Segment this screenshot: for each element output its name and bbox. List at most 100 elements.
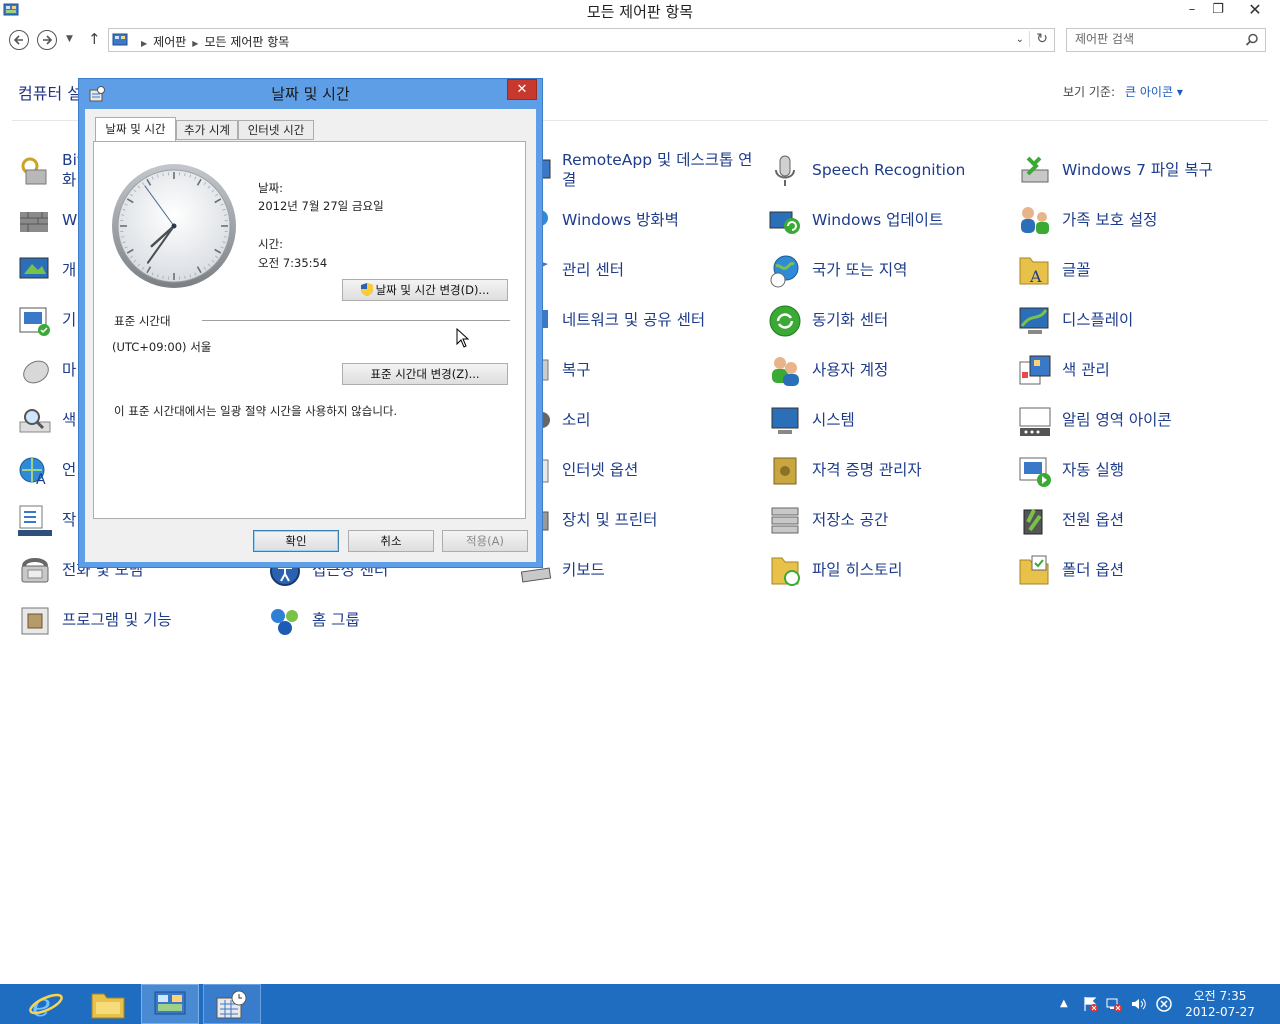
- cp-item-notification-area-icons[interactable]: 알림 영역 아이콘: [1018, 400, 1258, 440]
- search-input[interactable]: [1075, 32, 1235, 46]
- cp-item-power-options[interactable]: 전원 옵션: [1018, 500, 1258, 540]
- cp-item-windows-update[interactable]: Windows 업데이트: [768, 200, 1008, 240]
- show-hidden-icons-button[interactable]: ▲: [1060, 998, 1068, 1009]
- cp-item-label: 글꼴: [1062, 261, 1091, 279]
- cp-item-folder-options[interactable]: 폴더 옵션: [1018, 550, 1258, 590]
- color-management-icon: [1019, 355, 1051, 385]
- date-time-dialog: 날짜 및 시간 ✕ 날짜 및 시간 추가 시계 인터넷 시간 날짜: 2012년…: [78, 78, 543, 568]
- cp-item-label: Windows 방화벽: [562, 211, 679, 229]
- maximize-button[interactable]: ❐: [1206, 0, 1230, 20]
- address-bar[interactable]: ▶ 제어판 ▶ 모든 제어판 항목 ⌄ ↻: [108, 28, 1055, 52]
- fonts-folder-icon: A: [1019, 257, 1049, 286]
- cp-item-system[interactable]: 시스템: [768, 400, 1008, 440]
- sync-icon: [769, 305, 801, 337]
- breadcrumb-item[interactable]: 모든 제어판 항목: [204, 35, 289, 49]
- cp-item-speech-recognition[interactable]: Speech Recognition: [768, 150, 1008, 190]
- cp-item-color-management[interactable]: 색 관리: [1018, 350, 1258, 390]
- cp-item-label: 기: [62, 311, 77, 329]
- back-button[interactable]: [9, 30, 29, 50]
- taskbar: e ▲ 오전 7:35 2012-07-27: [0, 984, 1280, 1024]
- phone-icon: [21, 558, 49, 583]
- cp-item-remoteapp[interactable]: RemoteApp 및 데스크톱 연결: [518, 150, 758, 190]
- cp-item-label: 인터넷 옵션: [562, 461, 639, 479]
- taskbar-file-explorer[interactable]: [79, 984, 137, 1024]
- taskbar-time: 오전 7:35: [1193, 989, 1247, 1003]
- cp-item-credential-manager[interactable]: 자격 증명 관리자: [768, 450, 1008, 490]
- search-box[interactable]: [1066, 28, 1266, 52]
- chevron-down-icon[interactable]: ⌄: [1016, 34, 1024, 45]
- folder-clock-icon: [771, 557, 800, 586]
- cp-item-action-center[interactable]: 관리 센터: [518, 250, 758, 290]
- change-timezone-button[interactable]: 표준 시간대 변경(Z)...: [342, 363, 508, 385]
- taskbar-date-time[interactable]: [203, 984, 261, 1024]
- cp-item-label: W: [62, 211, 78, 229]
- cp-item-label: 자동 실행: [1062, 461, 1124, 479]
- tab-date-time[interactable]: 날짜 및 시간: [95, 117, 176, 141]
- volume-icon[interactable]: [1130, 996, 1146, 1012]
- vault-icon: [773, 457, 797, 485]
- cp-item-user-accounts[interactable]: 사용자 계정: [768, 350, 1008, 390]
- date-label: 날짜:: [258, 181, 284, 195]
- cp-item-label: 시스템: [812, 411, 855, 429]
- cp-item-windows7-file-recovery[interactable]: Windows 7 파일 복구: [1018, 150, 1258, 190]
- status-x-icon[interactable]: [1156, 996, 1172, 1012]
- action-center-flag-icon[interactable]: [1082, 996, 1098, 1012]
- cancel-button[interactable]: 취소: [348, 530, 434, 552]
- cp-item-network-sharing[interactable]: 네트워크 및 공유 센터: [518, 300, 758, 340]
- minimize-button[interactable]: –: [1180, 0, 1204, 20]
- cp-item-label: 알림 영역 아이콘: [1062, 411, 1172, 429]
- cp-item-file-history[interactable]: 파일 히스토리: [768, 550, 1008, 590]
- cp-item-label: 디스플레이: [1062, 311, 1134, 329]
- taskbar-control-panel[interactable]: [141, 984, 199, 1024]
- taskbar-internet-explorer[interactable]: e: [17, 984, 75, 1024]
- cp-item-label: 색 관리: [1062, 361, 1110, 379]
- cp-item-windows-firewall[interactable]: Windows 방화벽: [518, 200, 758, 240]
- navigation-bar: ▼ ↑ ▶ 제어판 ▶ 모든 제어판 항목 ⌄ ↻: [0, 26, 1280, 56]
- cp-item-programs-features[interactable]: 프로그램 및 기능: [18, 600, 258, 640]
- forward-button[interactable]: [37, 30, 57, 50]
- cp-item-homegroup[interactable]: 홈 그룹: [268, 600, 508, 640]
- network-icon[interactable]: [1106, 996, 1122, 1012]
- cp-item-label: Speech Recognition: [812, 161, 966, 179]
- recent-locations-dropdown[interactable]: ▼: [66, 34, 73, 44]
- breadcrumb-item[interactable]: 제어판: [153, 35, 186, 49]
- cp-item-autoplay[interactable]: 자동 실행: [1018, 450, 1258, 490]
- ok-button[interactable]: 확인: [253, 530, 339, 552]
- view-by-dropdown[interactable]: 큰 아이콘 ▾: [1125, 85, 1183, 99]
- cp-item-label: 저장소 공간: [812, 511, 889, 529]
- change-date-time-button[interactable]: 날짜 및 시간 변경(D)...: [342, 279, 508, 301]
- close-button[interactable]: ✕: [1232, 0, 1278, 20]
- mouse-icon: [23, 360, 49, 384]
- cp-item-region[interactable]: 국가 또는 지역: [768, 250, 1008, 290]
- cp-item-storage-spaces[interactable]: 저장소 공간: [768, 500, 1008, 540]
- arrow-left-icon: [13, 35, 23, 45]
- cp-item-sync-center[interactable]: 동기화 센터: [768, 300, 1008, 340]
- internet-explorer-icon: e: [29, 986, 63, 1024]
- tab-internet-time[interactable]: 인터넷 시간: [238, 120, 314, 140]
- arrow-right-icon: [43, 35, 53, 45]
- file-explorer-folder-icon: [91, 993, 125, 1019]
- cp-item-sound[interactable]: 소리: [518, 400, 758, 440]
- cp-item-recovery[interactable]: 복구: [518, 350, 758, 390]
- cp-item-keyboard[interactable]: 키보드: [518, 550, 758, 590]
- cp-item-devices-printers[interactable]: 장치 및 프린터: [518, 500, 758, 540]
- cp-item-display[interactable]: 디스플레이: [1018, 300, 1258, 340]
- dialog-close-button[interactable]: ✕: [507, 79, 537, 100]
- dialog-titlebar[interactable]: 날짜 및 시간: [79, 79, 542, 107]
- magnifier-icon: [19, 409, 51, 433]
- mouse-cursor-icon: [456, 328, 470, 348]
- globe-clock-icon: [770, 255, 799, 288]
- time-value: 오전 7:35:54: [258, 256, 328, 270]
- taskbar-clock[interactable]: 오전 7:35 2012-07-27: [1180, 988, 1260, 1020]
- tab-additional-clocks[interactable]: 추가 시계: [176, 120, 238, 140]
- up-button[interactable]: ↑: [88, 30, 101, 48]
- cp-item-family-safety[interactable]: 가족 보호 설정: [1018, 200, 1258, 240]
- cp-item-internet-options[interactable]: 인터넷 옵션: [518, 450, 758, 490]
- default-programs-icon: [19, 307, 50, 336]
- bitlocker-icon: [21, 157, 47, 185]
- cp-item-fonts[interactable]: A 글꼴: [1018, 250, 1258, 290]
- programs-box-icon: [21, 607, 49, 635]
- refresh-icon[interactable]: ↻: [1029, 31, 1048, 47]
- breadcrumb: ▶ 제어판 ▶ 모든 제어판 항목: [141, 35, 290, 49]
- apply-button[interactable]: 적용(A): [442, 530, 528, 552]
